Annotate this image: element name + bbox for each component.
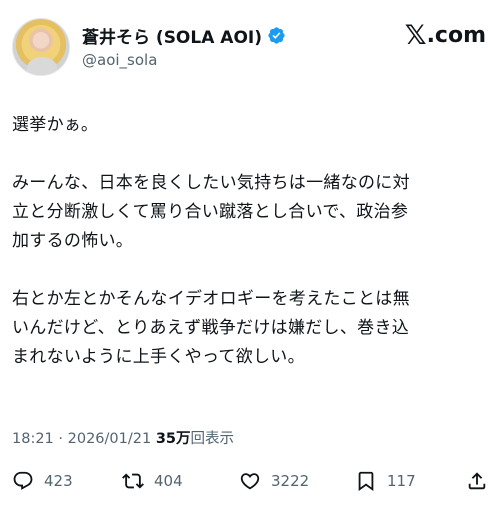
like-count: 3222: [271, 472, 310, 490]
post-line: 選挙かぁ。: [12, 115, 99, 135]
meta-separator: ·: [58, 431, 64, 447]
bookmark-button[interactable]: 117: [355, 466, 416, 496]
post-line: まれないように上手くやって欲しい。: [12, 347, 305, 367]
post-line: 立と分断激しくて罵り合い蹴落とし合いで、政治参: [12, 202, 409, 222]
share-button[interactable]: [466, 466, 488, 496]
post-text: 選挙かぁ。 みーんな、日本を良くしたい気持ちは一緒なのに対 立と分断激しくて罵り…: [12, 111, 492, 372]
views-count[interactable]: 35万: [156, 431, 191, 447]
reply-button[interactable]: 423: [12, 466, 73, 496]
x-logo[interactable]: 𝕏 .com: [405, 22, 486, 49]
post-meta: 18:21 · 2026/01/21 35万回表示: [12, 427, 234, 448]
post-line: 右とか左とかそんなイデオロギーを考えたことは無: [12, 289, 410, 309]
post-line: みーんな、日本を良くしたい気持ちは一緒なのに対: [12, 173, 410, 193]
handle[interactable]: @aoi_sola: [82, 51, 157, 69]
display-name[interactable]: 蒼井そら (SOLA AOI): [82, 23, 262, 48]
post-line: 加するの怖い。: [12, 231, 134, 251]
like-button[interactable]: 3222: [239, 466, 309, 496]
post-time[interactable]: 18:21: [12, 431, 54, 447]
bookmark-count: 117: [387, 472, 416, 490]
views-label: 回表示: [190, 431, 235, 447]
action-bar: 423 404 3222 117: [12, 466, 488, 496]
like-icon: [240, 473, 260, 490]
x-logo-suffix: .com: [426, 22, 486, 48]
reply-icon: [13, 471, 33, 490]
repost-button[interactable]: 404: [122, 466, 183, 496]
reply-count: 423: [44, 472, 73, 490]
post-date[interactable]: 2026/01/21: [68, 431, 152, 447]
post-line: いんだけど、とりあえず戦争だけは嫌だし、巻き込: [12, 318, 410, 338]
post-paragraph: みーんな、日本を良くしたい気持ちは一緒なのに対 立と分断激しくて罵り合い蹴落とし…: [12, 169, 492, 256]
verified-badge-icon: [268, 27, 285, 44]
name-row: 蒼井そら (SOLA AOI): [82, 23, 286, 48]
repost-count: 404: [154, 472, 183, 490]
post-paragraph: 右とか左とかそんなイデオロギーを考えたことは無 いんだけど、とりあえず戦争だけは…: [12, 285, 492, 372]
x-logo-icon: 𝕏: [404, 20, 427, 51]
bookmark-icon: [358, 471, 374, 492]
avatar[interactable]: [12, 18, 70, 76]
post-header: 蒼井そら (SOLA AOI) @aoi_sola 𝕏 .com: [12, 16, 488, 80]
post-paragraph: 選挙かぁ。: [12, 111, 492, 140]
share-icon: [468, 472, 486, 490]
repost-icon: [122, 473, 144, 489]
